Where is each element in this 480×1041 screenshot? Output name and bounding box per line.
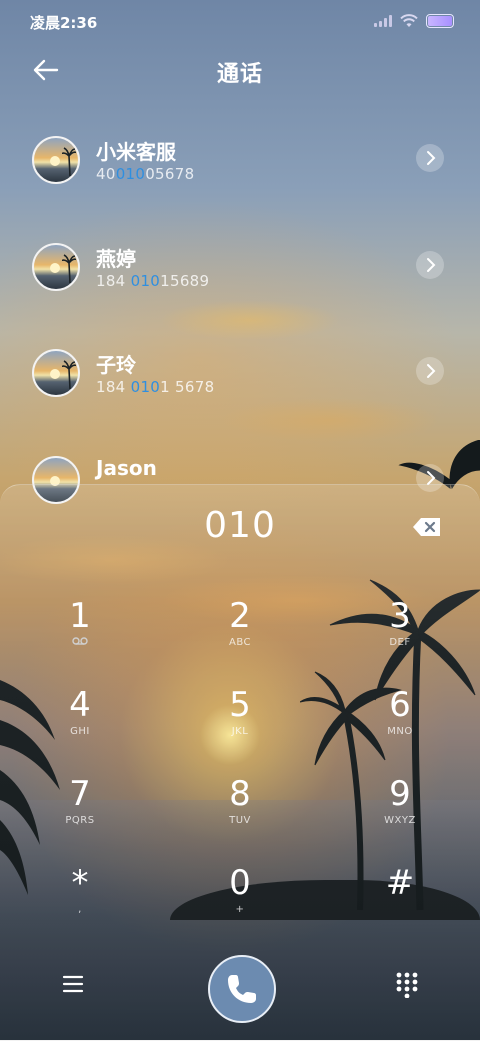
dialpad-toggle-icon[interactable] — [396, 972, 418, 998]
status-icons — [374, 12, 454, 30]
key-0[interactable]: 0 + — [180, 864, 300, 944]
key-8[interactable]: 8 TUV — [180, 775, 300, 855]
avatar — [32, 243, 80, 291]
call-button[interactable] — [208, 955, 276, 1023]
status-time: 凌晨2:36 — [30, 14, 98, 32]
key-hash[interactable]: # — [340, 864, 460, 944]
phone-icon — [228, 975, 256, 1003]
chevron-right-icon[interactable] — [416, 357, 444, 385]
chevron-right-icon[interactable] — [416, 144, 444, 172]
key-4[interactable]: 4 GHI — [20, 686, 140, 766]
avatar — [32, 136, 80, 184]
contact-name: 子玲 — [96, 353, 136, 377]
key-9[interactable]: 9 WXYZ — [340, 775, 460, 855]
signal-icon — [374, 15, 392, 27]
contact-name: Jason — [96, 456, 157, 480]
wifi-icon — [400, 14, 418, 27]
battery-icon — [426, 14, 454, 28]
contact-number: 184 01015689 — [96, 272, 210, 290]
contact-row[interactable]: 子玲 184 0101 5678 — [0, 349, 480, 419]
page-title: 通话 — [216, 62, 263, 87]
contact-row[interactable]: 小米客服 4001005678 — [0, 136, 480, 206]
menu-icon[interactable] — [62, 974, 84, 994]
key-2[interactable]: 2 ABC — [180, 597, 300, 677]
contact-number: 4001005678 — [96, 165, 195, 183]
key-star[interactable]: * , — [20, 864, 140, 944]
voicemail-icon — [72, 637, 88, 645]
key-3[interactable]: 3 DEF — [340, 597, 460, 677]
contact-row[interactable]: 燕婷 184 01015689 — [0, 243, 480, 313]
avatar — [32, 349, 80, 397]
status-bar: 凌晨2:36 — [0, 0, 480, 42]
key-5[interactable]: 5 JKL — [180, 686, 300, 766]
chevron-right-icon[interactable] — [416, 251, 444, 279]
key-1[interactable]: 1 — [20, 597, 140, 677]
key-7[interactable]: 7 PQRS — [20, 775, 140, 855]
contact-number: 184 0101 5678 — [96, 378, 215, 396]
backspace-icon[interactable] — [412, 516, 442, 538]
contact-name: 燕婷 — [96, 247, 136, 271]
contact-name: 小米客服 — [96, 140, 176, 164]
dialed-number: 010 — [204, 505, 276, 546]
key-6[interactable]: 6 MNO — [340, 686, 460, 766]
header: 通话 — [0, 50, 480, 90]
